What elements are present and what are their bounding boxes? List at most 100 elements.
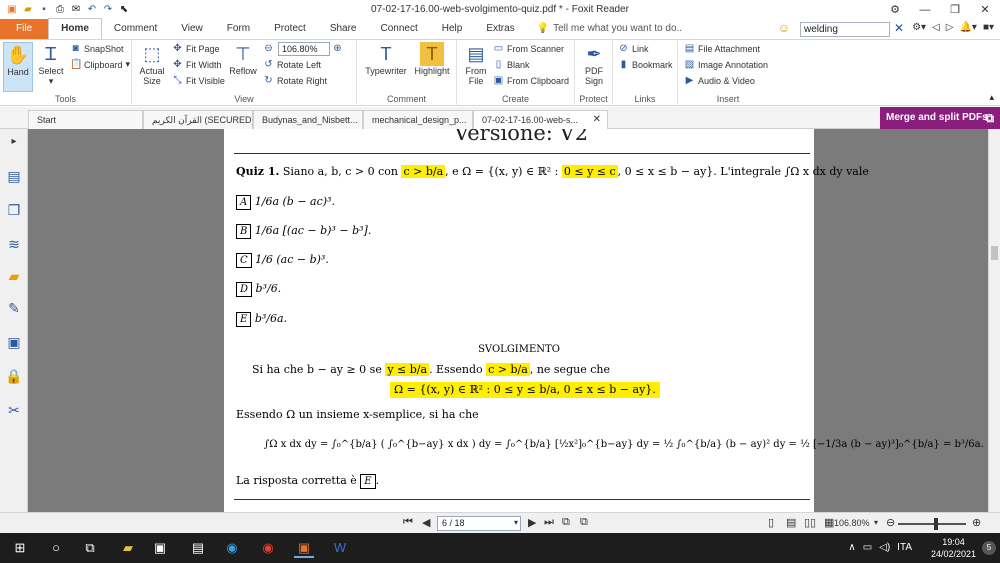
reflow-button[interactable]: ⊤ Reflow xyxy=(228,42,258,77)
user-icon[interactable]: ■▾ xyxy=(983,22,994,33)
speaker-icon[interactable]: ◁) xyxy=(879,542,890,553)
expand-panel-icon[interactable]: ▸ xyxy=(5,133,23,151)
close-tab-icon[interactable]: ✕ xyxy=(593,111,601,129)
minimize-button[interactable]: — xyxy=(910,0,940,20)
pages-icon[interactable]: ▤ xyxy=(5,167,23,185)
snapshot-button[interactable]: ◙ SnapShot xyxy=(70,43,123,54)
zoom-out-icon[interactable]: ⊖ xyxy=(886,516,895,529)
zoom-slider[interactable] xyxy=(898,523,966,525)
menu-tab-comment[interactable]: Comment xyxy=(102,19,169,39)
layers-icon[interactable]: ≋ xyxy=(5,235,23,253)
page-number-field[interactable]: 6 / 18 xyxy=(437,516,521,531)
fit-width-button[interactable]: ✥ Fit Width xyxy=(172,59,221,70)
windows-start-icon[interactable]: ⊞ xyxy=(10,538,30,558)
rotate-left-button[interactable]: ↺ Rotate Left xyxy=(263,59,321,70)
menu-tab-form[interactable]: Form xyxy=(215,19,262,39)
menu-tab-connect[interactable]: Connect xyxy=(369,19,430,39)
doc-tab-mechanical[interactable]: mechanical_design_p... xyxy=(363,110,473,129)
doc-tab-start[interactable]: Start xyxy=(28,110,143,129)
print-icon[interactable]: ⎙ xyxy=(54,4,66,16)
hand-tool-button[interactable]: ✋ Hand xyxy=(3,42,33,92)
link-button[interactable]: ⊘ Link xyxy=(618,43,648,54)
zoom-out-icon[interactable]: ⊖ xyxy=(263,43,274,54)
merge-split-button[interactable]: Merge and split PDFs ⧉ xyxy=(880,107,1000,129)
doc-tab-budynas[interactable]: Budynas_and_Nisbett... xyxy=(253,110,363,129)
image-annotation-button[interactable]: ▨ Image Annotation xyxy=(684,59,768,70)
page-dropdown-icon[interactable]: ▾ xyxy=(514,518,518,527)
signature-icon[interactable]: ▣ xyxy=(5,333,23,351)
zoom-value[interactable]: 106.80% xyxy=(834,518,870,528)
tell-me-box[interactable]: 💡 Tell me what you want to do.. xyxy=(527,19,692,39)
task-view-icon[interactable]: ⧉ xyxy=(80,538,100,558)
pdf-sign-button[interactable]: ✒ PDF Sign xyxy=(578,42,610,87)
menu-tab-share[interactable]: Share xyxy=(318,19,369,39)
scrollbar-thumb[interactable] xyxy=(991,246,998,260)
facing-icon[interactable]: ▯▯ xyxy=(804,516,816,529)
search-options-icon[interactable]: ⚙▾ xyxy=(912,22,926,33)
document-view[interactable]: Versione: V2 Quiz 1. Siano a, b, c > 0 c… xyxy=(28,129,988,512)
feedback-smile-icon[interactable]: ☺ xyxy=(778,21,790,35)
blank-button[interactable]: ▯ Blank xyxy=(493,59,530,70)
next-result-icon[interactable]: ▷ xyxy=(946,22,954,33)
select-tool-button[interactable]: Ꮖ Select ▾ xyxy=(36,42,66,87)
menu-tab-file[interactable]: File xyxy=(0,19,49,39)
doc-tab-current[interactable]: 07-02-17-16.00-web-s... ✕ xyxy=(473,110,608,129)
save-icon[interactable]: ▪ xyxy=(38,4,50,16)
prev-page-icon[interactable]: ◀ xyxy=(422,516,430,529)
menu-tab-home[interactable]: Home xyxy=(48,18,102,39)
zoom-slider-handle[interactable] xyxy=(934,518,938,530)
attachments-icon[interactable]: ✎ xyxy=(5,299,23,317)
clear-search-icon[interactable]: ✕ xyxy=(894,21,904,35)
highlight-button[interactable]: T Highlight xyxy=(411,42,453,76)
email-icon[interactable]: ✉ xyxy=(70,4,82,16)
cursor-icon[interactable]: ⬉ xyxy=(118,4,130,16)
next-page-icon[interactable]: ▶ xyxy=(528,516,536,529)
continuous-facing-icon[interactable]: ▦ xyxy=(824,516,834,529)
last-page-icon[interactable]: ⏭ xyxy=(544,516,554,529)
file-explorer-icon[interactable]: ▰ xyxy=(118,538,138,558)
network-icon[interactable]: ▭ xyxy=(863,542,872,553)
menu-tab-help[interactable]: Help xyxy=(430,19,475,39)
zoom-select[interactable]: 106.80% xyxy=(278,42,330,56)
next-view-icon[interactable]: ⧉ xyxy=(580,516,588,529)
typewriter-button[interactable]: T Typewriter xyxy=(363,42,409,77)
app-group-icon[interactable]: ▤ xyxy=(188,538,208,558)
zoom-in-icon[interactable]: ⊕ xyxy=(972,516,981,529)
menu-tab-protect[interactable]: Protect xyxy=(262,19,318,39)
security-lock-icon[interactable]: 🔒 xyxy=(5,367,23,385)
open-icon[interactable]: ▰ xyxy=(22,4,34,16)
close-button[interactable]: ✕ xyxy=(970,0,1000,20)
search-input[interactable]: welding xyxy=(800,22,890,37)
tools-icon[interactable]: ✂ xyxy=(5,401,23,419)
language-indicator[interactable]: ITA xyxy=(897,542,912,553)
doc-tab-quran[interactable]: القرآن الكريم (SECURED) xyxy=(143,110,253,129)
rotate-right-button[interactable]: ↻ Rotate Right xyxy=(263,75,327,86)
restore-button[interactable]: ❐ xyxy=(940,0,970,20)
actual-size-button[interactable]: ⬚ Actual Size xyxy=(136,42,168,87)
clock[interactable]: 19:04 24/02/2021 xyxy=(931,536,976,560)
foxit-reader-icon[interactable]: ▣ xyxy=(294,538,314,558)
zoom-in-icon[interactable]: ⊕ xyxy=(332,43,343,54)
edge-browser-icon[interactable]: ◉ xyxy=(222,538,242,558)
first-page-icon[interactable]: ⏮ xyxy=(403,516,413,529)
previous-view-icon[interactable]: ⧉ xyxy=(562,516,570,529)
chrome-icon[interactable]: ◉ xyxy=(258,538,278,558)
menu-tab-view[interactable]: View xyxy=(169,19,215,39)
bell-icon[interactable]: 🔔▾ xyxy=(959,22,976,33)
from-clipboard-button[interactable]: ▣ From Clipboard xyxy=(493,75,569,86)
store-icon[interactable]: ▣ xyxy=(150,538,170,558)
search-icon[interactable]: ○ xyxy=(46,538,66,558)
file-attachment-button[interactable]: ▤ File Attachment xyxy=(684,43,760,54)
fit-page-button[interactable]: ✥ Fit Page xyxy=(172,43,219,54)
notification-count[interactable]: 5 xyxy=(982,541,996,555)
clipboard-button[interactable]: 📋 Clipboard ▾ xyxy=(70,59,130,70)
zoom-dropdown-icon[interactable]: ▾ xyxy=(874,518,878,527)
undo-icon[interactable]: ↶ xyxy=(86,4,98,16)
chevron-up-icon[interactable]: ∧ xyxy=(848,542,855,553)
from-scanner-button[interactable]: ▭ From Scanner xyxy=(493,43,564,54)
redo-icon[interactable]: ↷ xyxy=(102,4,114,16)
settings-icon[interactable]: ⚙ xyxy=(880,0,910,20)
prev-result-icon[interactable]: ◁ xyxy=(932,22,940,33)
menu-tab-extras[interactable]: Extras xyxy=(474,19,526,39)
fit-visible-button[interactable]: ⤡ Fit Visible xyxy=(172,75,225,86)
